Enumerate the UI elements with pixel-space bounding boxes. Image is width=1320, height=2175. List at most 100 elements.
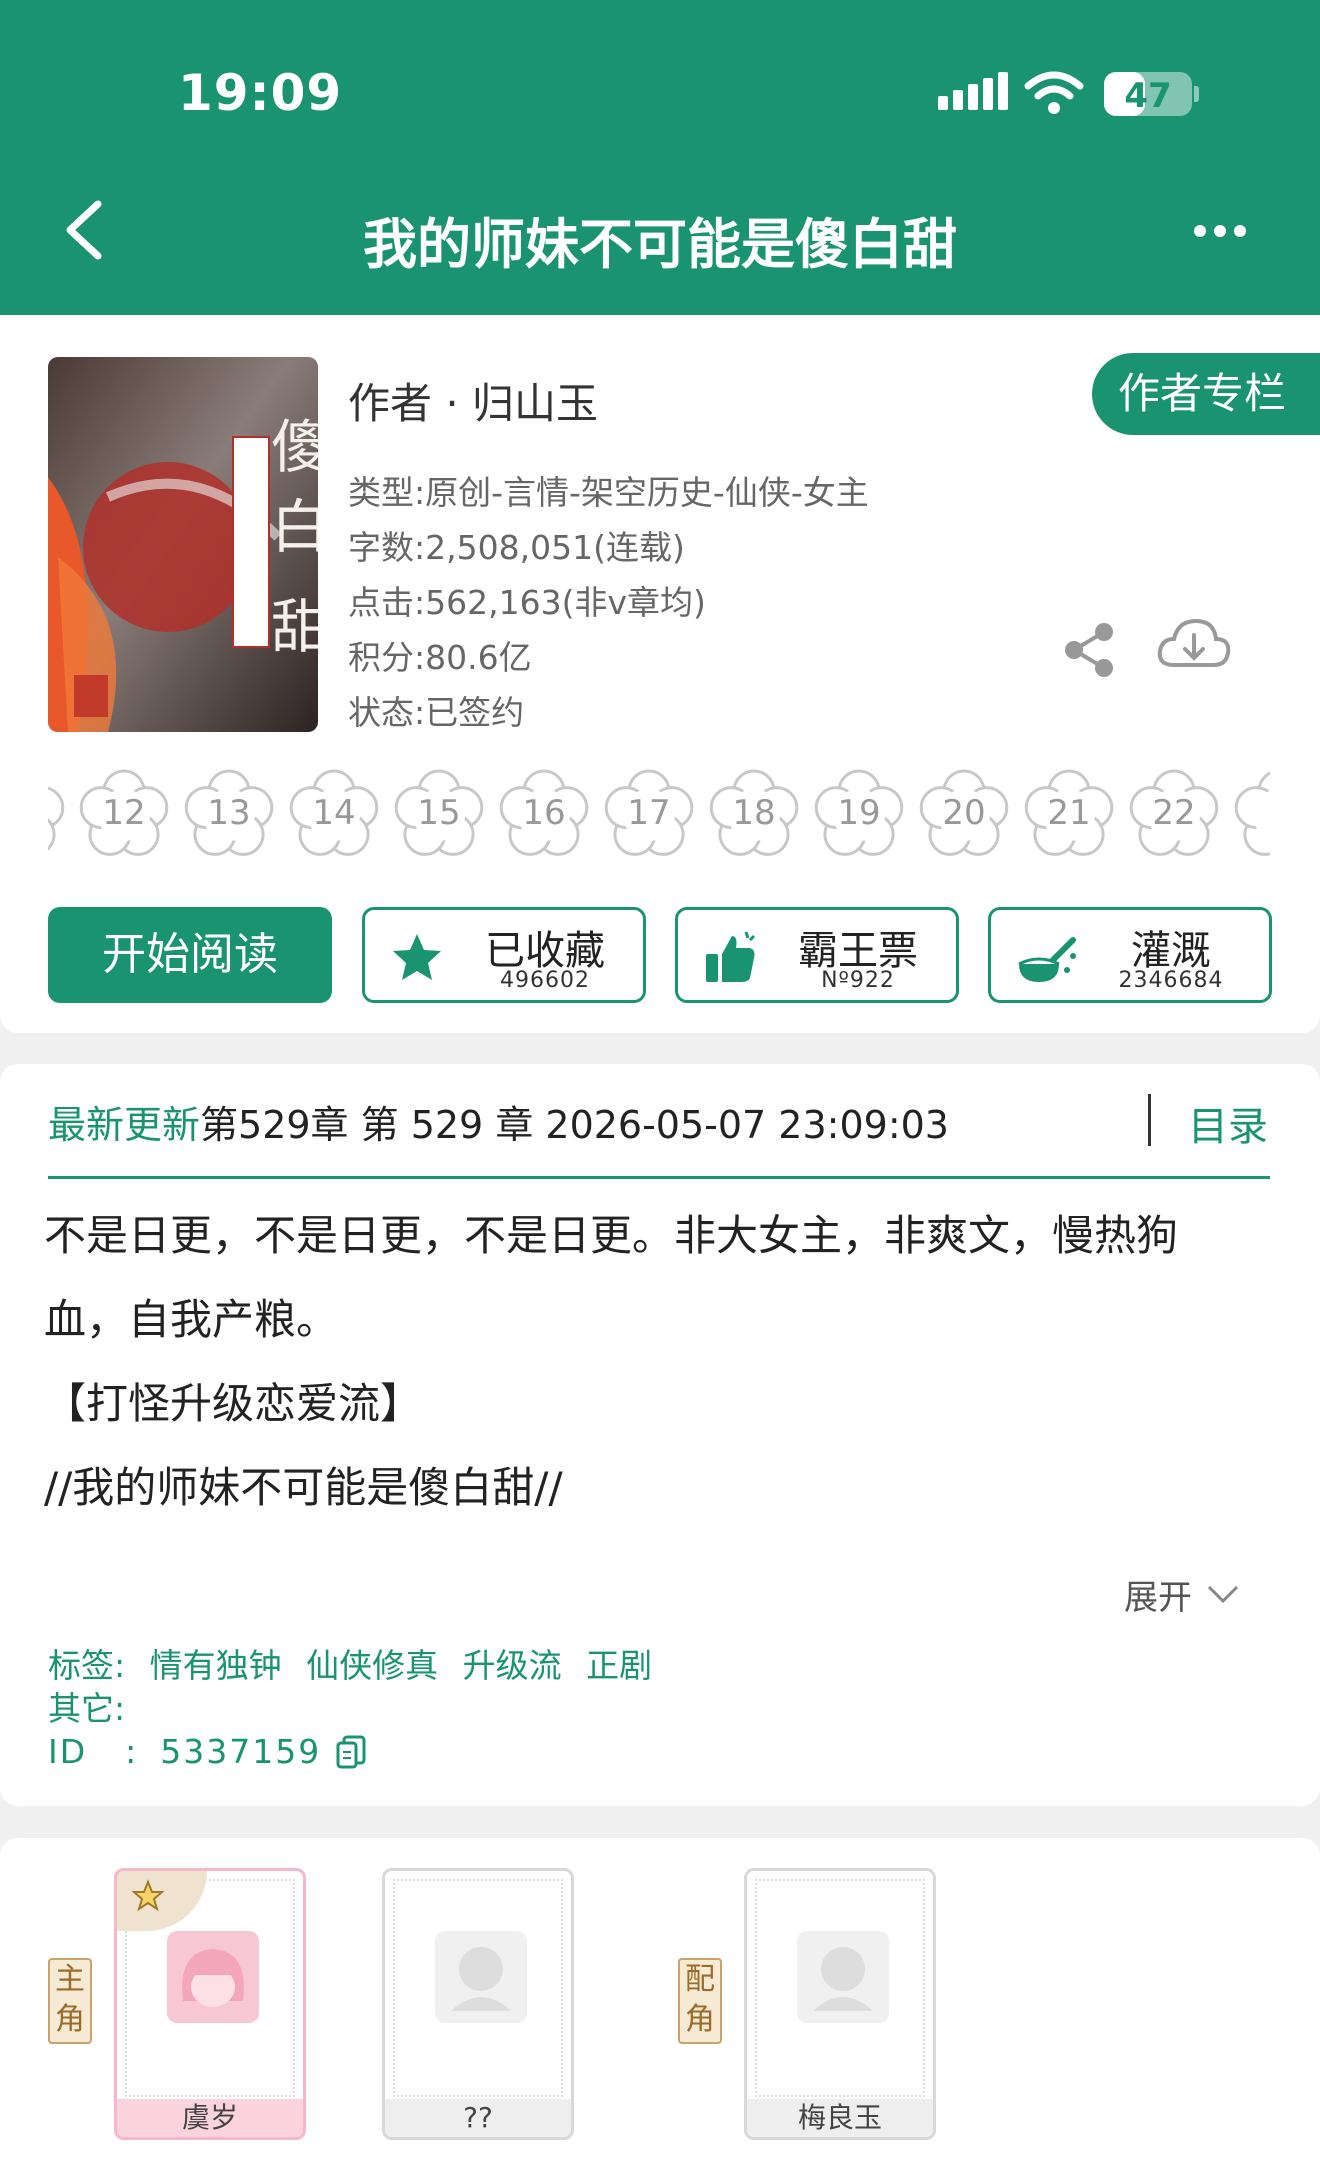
- character-card[interactable]: 虞岁: [114, 1868, 306, 2140]
- rating-flower-number: 20: [942, 793, 986, 833]
- author-name[interactable]: 作者 · 归山玉: [348, 370, 598, 431]
- page-title: 我的师妹不可能是傻白甜: [363, 213, 957, 276]
- share-icon[interactable]: [1060, 620, 1120, 680]
- tag-line: 标签: 情有独钟 仙侠修真 升级流 正剧: [48, 1644, 666, 1687]
- rating-flower-number: 17: [627, 793, 671, 833]
- book-id: 5337159: [160, 1732, 322, 1771]
- characters-card: 主角 虞岁 ?? 配 角 梅良玉: [0, 1838, 1320, 2175]
- rating-flower[interactable]: 19: [809, 763, 909, 863]
- wifi-icon: [1024, 71, 1084, 114]
- download-icon[interactable]: [1156, 615, 1232, 677]
- main-role-tag: 主角: [48, 1958, 92, 2044]
- table-of-contents-link[interactable]: 目录: [1188, 1094, 1268, 1152]
- rating-flower[interactable]: 22: [1124, 763, 1224, 863]
- star-icon: [393, 934, 441, 980]
- rating-flower[interactable]: 18: [704, 763, 804, 863]
- click-count: 点击:562,163(非v章均): [348, 583, 706, 622]
- rating-flower-number: 22: [1152, 793, 1196, 833]
- more-options-icon[interactable]: [1194, 225, 1246, 237]
- expand-button[interactable]: 展开: [1124, 1570, 1240, 1619]
- tag-item[interactable]: 正剧: [586, 1646, 652, 1685]
- tags-section: 标签: 情有独钟 仙侠修真 升级流 正剧 其它: ID : 5337159: [48, 1644, 666, 1773]
- rating-flower[interactable]: 12: [74, 763, 174, 863]
- favorite-count: 496602: [500, 968, 590, 993]
- rating-flower-number: 12: [102, 793, 146, 833]
- battery-percent: 47: [1124, 76, 1172, 116]
- id-separator: :: [125, 1732, 139, 1771]
- rating-flower[interactable]: 13: [179, 763, 279, 863]
- character-name: ??: [385, 2099, 571, 2137]
- book-meta: 类型:原创-言情-架空历史-仙侠-女主 字数:2,508,051(连载) 点击:…: [348, 465, 869, 740]
- main-role-label: 主角: [55, 1962, 85, 2037]
- app-header: 19:09 47 我的师妹不可能是傻白甜: [0, 0, 1320, 315]
- ticket-rank: Nº922: [821, 968, 895, 993]
- intro-line: 【打怪升级恋爱流】: [44, 1379, 423, 1428]
- tag-item[interactable]: 仙侠修真: [306, 1646, 438, 1685]
- svg-text:白: 白: [271, 493, 318, 561]
- expand-label: 展开: [1124, 1578, 1192, 1618]
- intro-line: 血，自我产粮。: [44, 1295, 339, 1344]
- character-card[interactable]: 梅良玉: [744, 1868, 936, 2140]
- rating-flower[interactable]: 16: [494, 763, 594, 863]
- start-reading-button[interactable]: 开始阅读: [48, 907, 332, 1003]
- tag-item[interactable]: 升级流: [463, 1646, 562, 1685]
- chevron-down-icon: [1207, 1585, 1239, 1603]
- favorite-button[interactable]: 已收藏 496602: [362, 907, 646, 1003]
- section-underline: [48, 1176, 1270, 1179]
- rating-flower[interactable]: 17: [599, 763, 699, 863]
- rating-flower-strip[interactable]: 12131415161718192021222: [48, 763, 1270, 883]
- book-detail-page: 19:09 47 我的师妹不可能是傻白甜 傻 白 甜 作者 · 归山玉 作者专栏…: [0, 0, 1320, 2175]
- rating-flower-number: 21: [1047, 793, 1091, 833]
- rating-flower[interactable]: 15: [389, 763, 489, 863]
- book-id-line: ID : 5337159: [48, 1730, 666, 1773]
- battery-nub: [1194, 86, 1199, 102]
- divider: [1148, 1094, 1151, 1146]
- back-icon[interactable]: [62, 198, 106, 262]
- tag-item[interactable]: 情有独钟: [150, 1646, 282, 1685]
- intro-line: 不是日更，不是日更，不是日更。非大女主，非爽文，慢热狗: [44, 1211, 1179, 1260]
- rating-flower-number: 2: [1229, 763, 1270, 863]
- character-card[interactable]: ??: [382, 1868, 574, 2140]
- rating-flower-number: 14: [312, 793, 356, 833]
- water-button[interactable]: 灌溉 2346684: [988, 907, 1272, 1003]
- book-info-card: 傻 白 甜 作者 · 归山玉 作者专栏 类型:原创-言情-架空历史-仙侠-女主 …: [0, 315, 1320, 1033]
- rating-flower[interactable]: 14: [284, 763, 384, 863]
- rating-flower-number: 16: [522, 793, 566, 833]
- character-name: 梅良玉: [747, 2099, 933, 2137]
- rating-flower-partial[interactable]: [48, 763, 70, 863]
- rating-flower-number: 18: [732, 793, 776, 833]
- ticket-button[interactable]: 霸王票 Nº922: [675, 907, 959, 1003]
- word-count: 字数:2,508,051(连载): [348, 528, 685, 567]
- svg-text:傻: 傻: [271, 413, 318, 481]
- author-column-button[interactable]: 作者专栏: [1092, 353, 1320, 435]
- battery-icon: 47: [1104, 72, 1192, 116]
- action-buttons: 开始阅读 已收藏 496602 霸王票 Nº922 灌溉 2346684: [48, 907, 1272, 1003]
- rating-flower[interactable]: 20: [914, 763, 1014, 863]
- book-intro: 不是日更，不是日更，不是日更。非大女主，非爽文，慢热狗 血，自我产粮。 【打怪升…: [44, 1194, 1284, 1530]
- thumbs-up-icon: [706, 931, 756, 982]
- other-label: 其它:: [48, 1689, 126, 1728]
- avatar-placeholder: [435, 1931, 527, 2023]
- latest-chapter: 第529章 第 529 章 2026-05-07 23:09:03: [200, 1103, 949, 1147]
- support-role-tag: 配角: [678, 1958, 722, 2044]
- water-count: 2346684: [1118, 968, 1224, 993]
- rating-flower[interactable]: 2: [1229, 763, 1270, 863]
- intro-card: 最新更新第529章 第 529 章 2026-05-07 23:09:03 目录…: [0, 1064, 1320, 1806]
- svg-text:甜: 甜: [271, 593, 318, 661]
- avatar-placeholder: [797, 1931, 889, 2023]
- rating-flower-number: 15: [417, 793, 461, 833]
- latest-update[interactable]: 最新更新第529章 第 529 章 2026-05-07 23:09:03: [48, 1094, 949, 1149]
- book-type: 类型:原创-言情-架空历史-仙侠-女主: [348, 473, 869, 512]
- rating-flower-number: 19: [837, 793, 881, 833]
- cellular-signal-icon: [938, 72, 1008, 110]
- avatar: [167, 1931, 259, 2023]
- tags-label: 标签:: [48, 1646, 126, 1685]
- sign-status: 状态:已签约: [348, 693, 525, 732]
- book-cover[interactable]: 傻 白 甜: [48, 357, 318, 732]
- copy-icon[interactable]: [335, 1734, 367, 1770]
- intro-line: //我的师妹不可能是傻白甜//: [44, 1463, 563, 1512]
- star-outline-icon: [131, 1879, 165, 1912]
- rating-flower[interactable]: 21: [1019, 763, 1119, 863]
- support-role-label: 配角: [685, 1962, 715, 2037]
- score: 积分:80.6亿: [348, 638, 532, 677]
